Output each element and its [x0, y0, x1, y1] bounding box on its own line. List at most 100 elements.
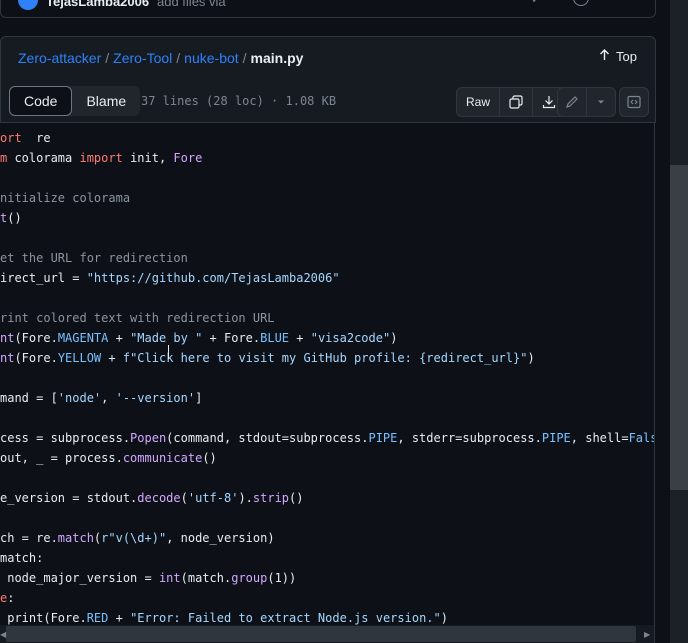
- copy-icon[interactable]: [499, 88, 532, 116]
- code-token: et the URL for redirection: [0, 251, 188, 265]
- code-token: "Made by ": [130, 331, 203, 345]
- text-cursor: [168, 345, 169, 359]
- code-token: print(Fore.: [0, 611, 87, 625]
- tab-blame[interactable]: Blame: [72, 86, 140, 116]
- code-token: Popen: [130, 431, 167, 445]
- commit-strip: TejasLamba2006 add files via ✓ ⋯: [0, 0, 656, 18]
- code-line: irect_url = "https://github.com/TejasLam…: [0, 268, 340, 288]
- code-token: init,: [122, 151, 174, 165]
- code-token: RED: [86, 611, 109, 625]
- file-meta: 37 lines (28 loc) · 1.08 KB: [141, 94, 337, 108]
- breadcrumb-folder-nuke-bot[interactable]: nuke-bot: [184, 50, 238, 66]
- arrow-up-icon: [599, 49, 610, 64]
- code-token: irect_url =: [0, 271, 87, 285]
- code-token: ): [527, 351, 535, 365]
- code-token: "https://github.com/TejasLamba2006": [86, 271, 340, 285]
- code-token: 'node': [57, 391, 102, 405]
- kebab-icon[interactable]: ⋯: [623, 0, 635, 6]
- commit-author[interactable]: TejasLamba2006: [46, 0, 149, 9]
- scroll-right-icon[interactable]: ▶: [644, 630, 650, 639]
- code-token: communicate: [122, 451, 203, 465]
- code-token: (): [289, 491, 304, 505]
- code-line: mand = ['node', '--version']: [0, 388, 202, 408]
- code-token: int: [158, 571, 181, 585]
- code-token: "visa2code": [310, 331, 391, 345]
- code-line: out, _ = process.communicate(): [0, 448, 217, 468]
- scroll-left-icon[interactable]: ◀: [0, 630, 6, 639]
- code-token: nitialize colorama: [0, 191, 131, 205]
- tab-code[interactable]: Code: [9, 86, 73, 116]
- code-token: re: [21, 131, 51, 145]
- breadcrumb: Zero-attacker / Zero-Tool / nuke-bot / main.py: [18, 50, 304, 66]
- file-header: Zero-attacker / Zero-Tool / nuke-bot / main.py…: [0, 36, 656, 83]
- code-token: import: [79, 151, 123, 165]
- code-line: e_version = stdout.decode('utf-8').strip…: [0, 488, 303, 508]
- code-line: ch = re.match(r"v(\d+)", node_version): [0, 528, 275, 548]
- code-token: (): [7, 211, 22, 225]
- edit-button-group: [557, 87, 616, 117]
- code-token: (match.: [180, 571, 232, 585]
- code-token: Fore: [173, 151, 203, 165]
- horizontal-scroll-thumb[interactable]: [6, 626, 636, 642]
- code-token: decode: [137, 491, 181, 505]
- code-line: nt(Fore.MAGENTA + "Made by " + Fore.BLUE…: [0, 328, 397, 348]
- code-line: rint colored text with redirection URL: [0, 308, 275, 328]
- code-token: match: [57, 531, 94, 545]
- code-token: ]: [195, 391, 203, 405]
- symbols-icon[interactable]: [619, 87, 649, 117]
- code-token: nt: [0, 351, 15, 365]
- code-token: 'utf-8': [187, 491, 239, 505]
- code-token: ,: [101, 391, 116, 405]
- top-button[interactable]: Top: [599, 49, 637, 64]
- code-token: (command, stdout=subprocess.: [166, 431, 369, 445]
- code-token: (Fore.: [14, 351, 58, 365]
- code-line: nitialize colorama: [0, 188, 130, 208]
- code-token: +: [108, 611, 131, 625]
- top-label: Top: [616, 49, 637, 64]
- code-token: (1)): [267, 571, 297, 585]
- code-token: strip: [252, 491, 290, 505]
- code-token: match:: [0, 551, 44, 565]
- code-token: PIPE: [368, 431, 398, 445]
- code-line: match:: [0, 548, 43, 568]
- chevron-down-icon[interactable]: [586, 88, 615, 116]
- code-line: node_major_version = int(match.group(1)): [0, 568, 296, 588]
- code-line: et the URL for redirection: [0, 248, 188, 268]
- code-token: "Error: Failed to extract Node.js versio…: [130, 611, 441, 625]
- code-token: colorama: [7, 151, 80, 165]
- code-line: nt(Fore.YELLOW + f"Click here to visit m…: [0, 348, 535, 368]
- code-token: group: [231, 571, 268, 585]
- vertical-scroll-thumb[interactable]: [670, 165, 688, 490]
- code-token: f"Click here to visit my GitHub profile:…: [122, 351, 528, 365]
- code-token: out, _ = process.: [0, 451, 123, 465]
- code-line: cess = subprocess.Popen(command, stdout=…: [0, 428, 654, 448]
- code-token: (Fore.: [14, 331, 58, 345]
- code-token: :: [7, 591, 15, 605]
- code-token: r"v(\d+)": [101, 531, 167, 545]
- code-token: ch = re.: [0, 531, 58, 545]
- code-token: mand = [: [0, 391, 58, 405]
- code-token: '--version': [115, 391, 196, 405]
- pencil-icon[interactable]: [558, 88, 586, 116]
- code-token: ): [390, 331, 398, 345]
- avatar[interactable]: [18, 0, 38, 10]
- raw-button-group: Raw: [456, 87, 567, 117]
- code-token: node_major_version =: [0, 571, 159, 585]
- code-token: + Fore.: [202, 331, 261, 345]
- code-token: ).: [238, 491, 253, 505]
- code-token: False: [628, 431, 654, 445]
- history-icon[interactable]: [573, 0, 589, 6]
- code-token: , node_version): [166, 531, 275, 545]
- code-token: e_version = stdout.: [0, 491, 138, 505]
- commit-message[interactable]: add files via: [157, 0, 226, 9]
- code-line: t(): [0, 208, 22, 228]
- breadcrumb-folder-zero-tool[interactable]: Zero-Tool: [113, 50, 172, 66]
- code-token: MAGENTA: [57, 331, 109, 345]
- breadcrumb-repo[interactable]: Zero-attacker: [18, 50, 101, 66]
- code-token: (: [180, 491, 188, 505]
- code-token: , stderr=subprocess.: [397, 431, 542, 445]
- code-view: ort re m colorama import init, Fore nitial…: [0, 123, 655, 643]
- code-token: (): [202, 451, 217, 465]
- view-switcher: Code Blame: [9, 86, 141, 116]
- raw-button[interactable]: Raw: [457, 88, 499, 116]
